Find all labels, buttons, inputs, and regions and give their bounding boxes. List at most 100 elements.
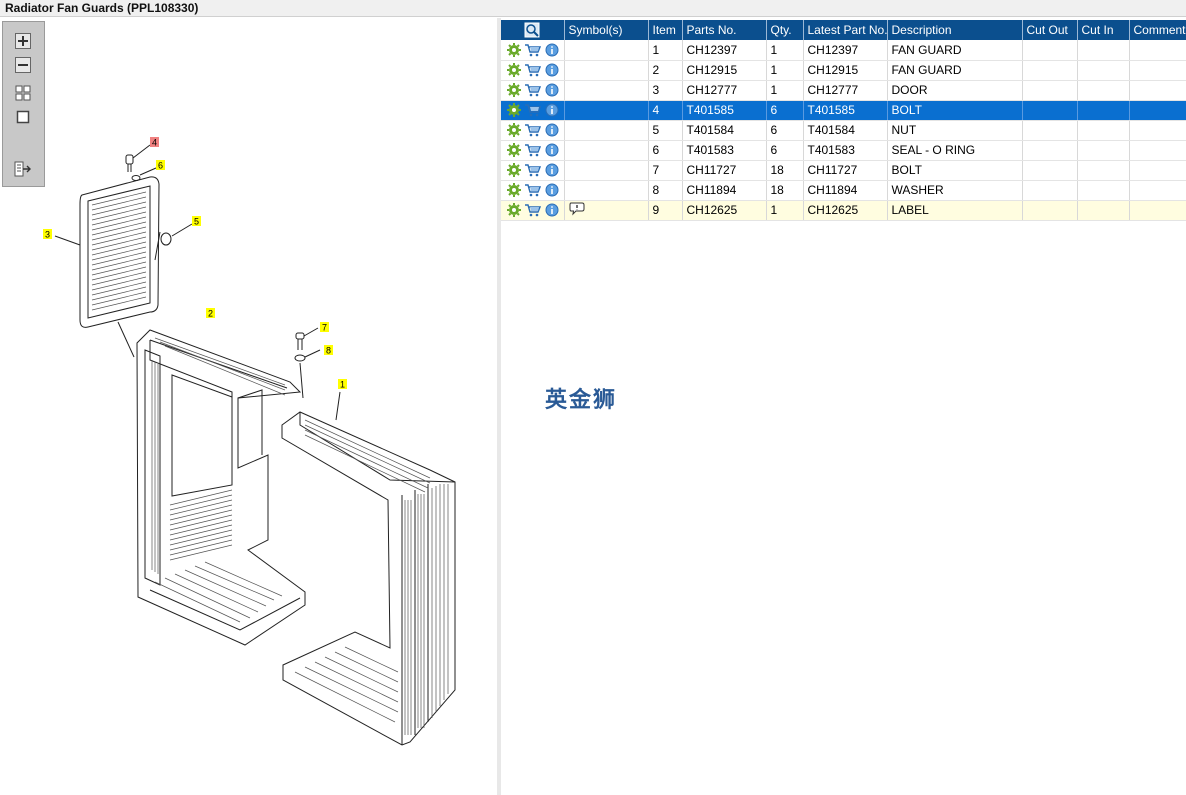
cart-icon[interactable] xyxy=(525,203,541,217)
cell-description: LABEL xyxy=(887,200,1023,221)
cart-icon[interactable] xyxy=(525,183,541,197)
info-icon[interactable] xyxy=(545,63,559,77)
comment-icon[interactable] xyxy=(569,202,585,216)
info-icon[interactable] xyxy=(545,103,559,117)
table-row[interactable]: 4 T401585 6 T401585 BOLT xyxy=(501,100,1186,121)
fit-window-button[interactable] xyxy=(13,108,33,126)
callout-4: 4 xyxy=(152,138,157,148)
zoom-in-button[interactable] xyxy=(13,32,33,50)
column-header-latest-part-no[interactable]: Latest Part No. xyxy=(803,20,888,40)
info-icon[interactable] xyxy=(545,183,559,197)
table-row[interactable]: 7 CH11727 18 CH11727 BOLT xyxy=(501,160,1186,181)
cell-comment xyxy=(1129,40,1186,61)
gear-icon[interactable] xyxy=(507,63,521,77)
cell-qty: 1 xyxy=(766,80,804,101)
cell-comment xyxy=(1129,180,1186,201)
column-header-cut-out[interactable]: Cut Out xyxy=(1022,20,1078,40)
cart-icon[interactable] xyxy=(525,103,541,117)
fit-all-button[interactable] xyxy=(13,84,33,102)
row-actions xyxy=(501,160,565,181)
cell-cut-out xyxy=(1022,100,1078,121)
info-icon[interactable] xyxy=(545,203,559,217)
window-title: Radiator Fan Guards (PPL108330) xyxy=(5,1,199,15)
cell-cut-in xyxy=(1077,160,1130,181)
gear-icon[interactable] xyxy=(507,203,521,217)
cell-qty: 1 xyxy=(766,200,804,221)
cell-qty: 6 xyxy=(766,140,804,161)
parts-table: Symbol(s) Item Parts No. Qty. Latest Par… xyxy=(501,20,1186,221)
gear-icon[interactable] xyxy=(507,123,521,137)
table-header-row: Symbol(s) Item Parts No. Qty. Latest Par… xyxy=(501,20,1186,40)
parts-list-pane: Symbol(s) Item Parts No. Qty. Latest Par… xyxy=(501,18,1186,795)
column-header-symbols[interactable]: Symbol(s) xyxy=(564,20,649,40)
callout-8: 8 xyxy=(326,346,331,356)
viewer-toolbar xyxy=(2,21,45,187)
cell-description: NUT xyxy=(887,120,1023,141)
cell-item: 7 xyxy=(648,160,683,181)
row-actions xyxy=(501,120,565,141)
cell-cut-out xyxy=(1022,160,1078,181)
cell-parts-no: CH11727 xyxy=(682,160,767,181)
table-row[interactable]: 6 T401583 6 T401583 SEAL - O RING xyxy=(501,140,1186,161)
row-actions xyxy=(501,100,565,121)
cell-qty: 1 xyxy=(766,60,804,81)
column-header-parts-no[interactable]: Parts No. xyxy=(682,20,767,40)
table-row[interactable]: 2 CH12915 1 CH12915 FAN GUARD xyxy=(501,60,1186,81)
gear-icon[interactable] xyxy=(507,103,521,117)
callout-7: 7 xyxy=(322,323,327,333)
column-header-description[interactable]: Description xyxy=(887,20,1023,40)
cart-icon[interactable] xyxy=(525,83,541,97)
grid-icon xyxy=(15,85,31,101)
column-header-qty[interactable]: Qty. xyxy=(766,20,804,40)
gear-icon[interactable] xyxy=(507,183,521,197)
cell-cut-out xyxy=(1022,120,1078,141)
export-button[interactable] xyxy=(13,160,33,178)
row-actions xyxy=(501,140,565,161)
callout-2: 2 xyxy=(208,309,213,319)
cell-latest-part-no: CH11894 xyxy=(803,180,888,201)
callout-labels: 4 6 5 3 2 7 8 1 xyxy=(43,137,347,390)
cell-item: 8 xyxy=(648,180,683,201)
table-row[interactable]: 3 CH12777 1 CH12777 DOOR xyxy=(501,80,1186,101)
table-row[interactable]: 9 CH12625 1 CH12625 LABEL xyxy=(501,200,1186,221)
cell-description: BOLT xyxy=(887,160,1023,181)
zoom-out-button[interactable] xyxy=(13,56,33,74)
cell-cut-out xyxy=(1022,180,1078,201)
cell-qty: 1 xyxy=(766,40,804,61)
cart-icon[interactable] xyxy=(525,143,541,157)
info-icon[interactable] xyxy=(545,123,559,137)
diagram-pane[interactable]: 4 6 5 3 2 7 8 1 xyxy=(0,18,497,795)
column-header-cut-in[interactable]: Cut In xyxy=(1077,20,1130,40)
gear-icon[interactable] xyxy=(507,42,521,57)
column-header-item[interactable]: Item xyxy=(648,20,683,40)
info-icon[interactable] xyxy=(545,163,559,177)
cart-icon[interactable] xyxy=(525,163,541,177)
cell-symbols xyxy=(564,120,649,141)
info-icon[interactable] xyxy=(545,43,559,57)
exploded-diagram: 4 6 5 3 2 7 8 1 xyxy=(43,137,456,746)
cell-qty: 6 xyxy=(766,120,804,141)
info-icon[interactable] xyxy=(545,143,559,157)
cell-symbols xyxy=(564,60,649,81)
table-row[interactable]: 8 CH11894 18 CH11894 WASHER xyxy=(501,180,1186,201)
column-header-tools[interactable] xyxy=(501,20,565,40)
gear-icon[interactable] xyxy=(507,163,521,177)
column-header-comment[interactable]: Comment xyxy=(1129,20,1186,40)
cell-cut-in xyxy=(1077,120,1130,141)
cell-cut-in xyxy=(1077,60,1130,81)
info-icon[interactable] xyxy=(545,83,559,97)
cell-qty: 18 xyxy=(766,160,804,181)
cart-icon[interactable] xyxy=(525,123,541,137)
cart-icon[interactable] xyxy=(525,63,541,77)
cell-cut-out xyxy=(1022,40,1078,61)
cell-cut-out xyxy=(1022,60,1078,81)
cell-comment xyxy=(1129,80,1186,101)
cell-description: BOLT xyxy=(887,100,1023,121)
cell-symbols xyxy=(564,180,649,201)
table-row[interactable]: 1 CH12397 1 CH12397 FAN GUARD xyxy=(501,40,1186,61)
cart-icon[interactable] xyxy=(525,43,541,57)
cell-item: 5 xyxy=(648,120,683,141)
gear-icon[interactable] xyxy=(507,83,521,97)
table-row[interactable]: 5 T401584 6 T401584 NUT xyxy=(501,120,1186,141)
gear-icon[interactable] xyxy=(507,143,521,157)
